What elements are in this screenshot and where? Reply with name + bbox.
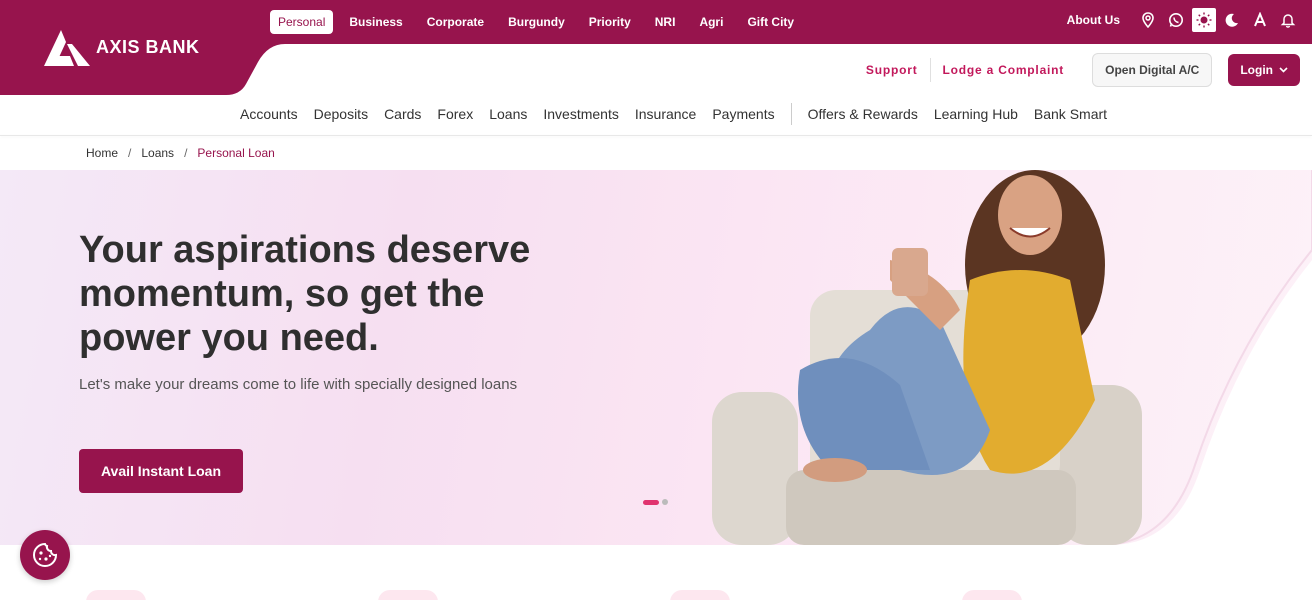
feature-card[interactable] <box>86 590 146 600</box>
nav-loans[interactable]: Loans <box>489 106 527 122</box>
lodge-complaint-link[interactable]: Lodge a Complaint <box>931 63 1077 77</box>
nav-deposits[interactable]: Deposits <box>314 106 368 122</box>
location-icon[interactable] <box>1136 8 1160 32</box>
segment-tabs: Personal Business Corporate Burgundy Pri… <box>270 10 810 34</box>
whatsapp-icon[interactable] <box>1164 8 1188 32</box>
utility-bar: Support Lodge a Complaint Open Digital A… <box>854 53 1300 87</box>
breadcrumb-current: Personal Loan <box>197 146 275 160</box>
login-button[interactable]: Login <box>1228 54 1300 86</box>
axis-logo-icon <box>44 30 90 66</box>
segment-tab-priority[interactable]: Priority <box>581 10 639 34</box>
segment-tab-agri[interactable]: Agri <box>691 10 731 34</box>
carousel-dot[interactable] <box>662 499 668 505</box>
breadcrumb-separator: / <box>184 146 188 160</box>
dark-mode-icon[interactable] <box>1220 8 1244 32</box>
nav-offers-rewards[interactable]: Offers & Rewards <box>808 106 918 122</box>
breadcrumb: Home / Loans / Personal Loan <box>86 146 275 160</box>
font-size-icon[interactable] <box>1248 8 1272 32</box>
support-link[interactable]: Support <box>854 63 930 77</box>
nav-bank-smart[interactable]: Bank Smart <box>1034 106 1107 122</box>
segment-tab-gift-city[interactable]: Gift City <box>739 10 802 34</box>
breadcrumb-separator: / <box>128 146 132 160</box>
carousel-indicators <box>643 499 668 505</box>
segment-tab-nri[interactable]: NRI <box>647 10 684 34</box>
nav-divider <box>790 103 792 125</box>
axis-bank-logo[interactable]: AXIS BANK <box>44 28 200 66</box>
breadcrumb-home[interactable]: Home <box>86 146 118 160</box>
login-label: Login <box>1240 63 1273 77</box>
breadcrumb-loans[interactable]: Loans <box>141 146 174 160</box>
light-mode-icon[interactable] <box>1192 8 1216 32</box>
open-digital-account-button[interactable]: Open Digital A/C <box>1092 53 1213 87</box>
nav-learning-hub[interactable]: Learning Hub <box>934 106 1018 122</box>
segment-tab-burgundy[interactable]: Burgundy <box>500 10 573 34</box>
cookie-icon <box>33 542 58 567</box>
nav-forex[interactable]: Forex <box>437 106 473 122</box>
about-us-link[interactable]: About Us <box>1067 13 1120 27</box>
carousel-dot-active[interactable] <box>643 499 659 505</box>
segment-tab-business[interactable]: Business <box>341 10 410 34</box>
feature-card[interactable] <box>378 590 438 600</box>
brand-name: AXIS BANK <box>96 36 200 57</box>
feature-card[interactable] <box>962 590 1022 600</box>
top-right-tools: About Us <box>1067 8 1300 32</box>
nav-accounts[interactable]: Accounts <box>240 106 298 122</box>
hero-image-woman-on-armchair <box>712 170 1142 545</box>
nav-bottom-border <box>0 135 1312 136</box>
main-navigation: Accounts Deposits Cards Forex Loans Inve… <box>240 103 1123 125</box>
avail-instant-loan-button[interactable]: Avail Instant Loan <box>79 449 243 493</box>
nav-cards[interactable]: Cards <box>384 106 421 122</box>
chevron-down-icon <box>1279 67 1288 73</box>
hero-title: Your aspirations deserve momentum, so ge… <box>79 229 531 359</box>
segment-tab-corporate[interactable]: Corporate <box>419 10 492 34</box>
hero-banner: Your aspirations deserve momentum, so ge… <box>0 170 1312 545</box>
notification-bell-icon[interactable] <box>1276 8 1300 32</box>
nav-insurance[interactable]: Insurance <box>635 106 696 122</box>
nav-investments[interactable]: Investments <box>543 106 618 122</box>
nav-payments[interactable]: Payments <box>712 106 774 122</box>
hero-subtitle: Let's make your dreams come to life with… <box>79 376 518 393</box>
cookie-settings-button[interactable] <box>20 530 70 580</box>
feature-card[interactable] <box>670 590 730 600</box>
segment-tab-personal[interactable]: Personal <box>270 10 334 34</box>
